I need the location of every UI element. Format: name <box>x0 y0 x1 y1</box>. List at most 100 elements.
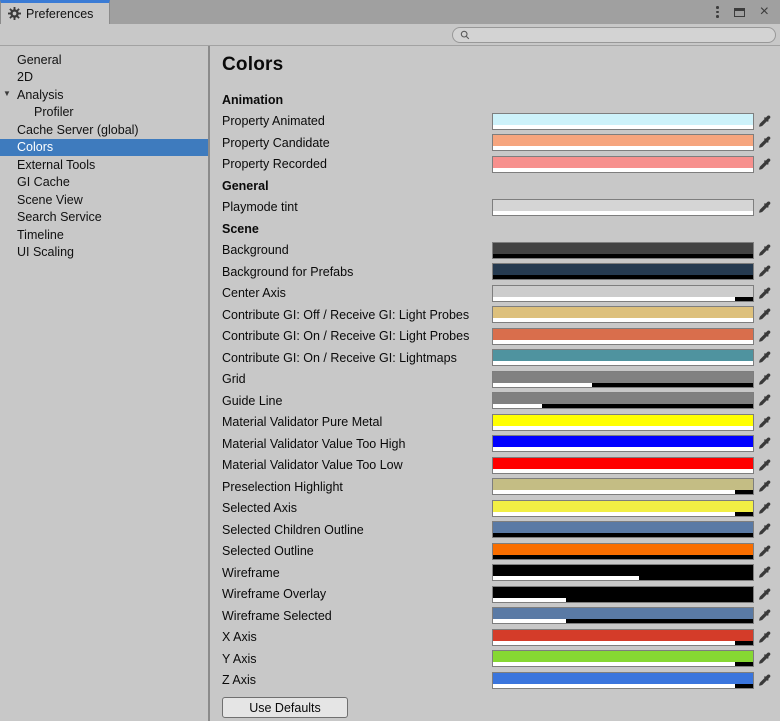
property-animated-color-swatch[interactable] <box>492 113 754 130</box>
search-input[interactable] <box>474 29 768 41</box>
color-row-material-validator-value-too-high: Material Validator Value Too High <box>222 433 780 455</box>
property-recorded-color-swatch[interactable] <box>492 156 754 173</box>
center-axis-color-swatch[interactable] <box>492 285 754 302</box>
search-field[interactable] <box>452 27 776 43</box>
wireframe-selected-color-swatch[interactable] <box>492 607 754 624</box>
eyedropper-icon[interactable] <box>754 631 774 644</box>
eyedropper-icon[interactable] <box>754 480 774 493</box>
x-axis-color-swatch[interactable] <box>492 629 754 646</box>
eyedropper-icon[interactable] <box>754 287 774 300</box>
color-row-property-candidate: Property Candidate <box>222 132 780 154</box>
material-validator-pure-metal-color-swatch[interactable] <box>492 414 754 431</box>
maximize-icon[interactable] <box>734 8 745 17</box>
selected-children-outline-color-swatch[interactable] <box>492 521 754 538</box>
eyedropper-icon[interactable] <box>754 609 774 622</box>
eyedropper-icon[interactable] <box>754 373 774 386</box>
background-color-swatch[interactable] <box>492 242 754 259</box>
sidebar-item-external-tools[interactable]: External Tools <box>0 156 208 174</box>
color-row-label: Wireframe <box>222 566 492 580</box>
eyedropper-icon[interactable] <box>754 351 774 364</box>
sidebar-item-label: Analysis <box>17 88 64 102</box>
eyedropper-icon[interactable] <box>754 265 774 278</box>
swatch-alpha-bar <box>493 447 753 451</box>
search-icon <box>460 30 470 40</box>
use-defaults-button[interactable]: Use Defaults <box>222 697 348 718</box>
wireframe-overlay-color-swatch[interactable] <box>492 586 754 603</box>
background-for-prefabs-color-swatch[interactable] <box>492 263 754 280</box>
contribute-gi-on-receive-gi-light-probes-color-swatch[interactable] <box>492 328 754 345</box>
sidebar-item-2d[interactable]: 2D <box>0 69 208 87</box>
swatch-color-area <box>493 157 753 168</box>
eyedropper-icon[interactable] <box>754 244 774 257</box>
eyedropper-icon[interactable] <box>754 459 774 472</box>
eyedropper-icon[interactable] <box>754 652 774 665</box>
playmode-tint-color-swatch[interactable] <box>492 199 754 216</box>
guide-line-color-swatch[interactable] <box>492 392 754 409</box>
preselection-highlight-color-swatch[interactable] <box>492 478 754 495</box>
color-row-label: Background <box>222 243 492 257</box>
material-validator-value-too-high-color-swatch[interactable] <box>492 435 754 452</box>
y-axis-color-swatch[interactable] <box>492 650 754 667</box>
gear-icon <box>8 7 21 20</box>
wireframe-color-swatch[interactable] <box>492 564 754 581</box>
swatch-color-area <box>493 630 753 641</box>
sidebar-item-ui-scaling[interactable]: UI Scaling <box>0 244 208 262</box>
eyedropper-icon[interactable] <box>754 158 774 171</box>
selected-outline-color-swatch[interactable] <box>492 543 754 560</box>
eyedropper-icon[interactable] <box>754 566 774 579</box>
sidebar-item-cache-server-global[interactable]: Cache Server (global) <box>0 121 208 139</box>
sidebar-item-label: Cache Server (global) <box>17 123 139 137</box>
swatch-color-area <box>493 200 753 211</box>
sidebar-item-profiler[interactable]: Profiler <box>0 104 208 122</box>
color-row-label: Property Candidate <box>222 136 492 150</box>
sidebar-item-scene-view[interactable]: Scene View <box>0 191 208 209</box>
eyedropper-icon[interactable] <box>754 523 774 536</box>
color-row-label: Z Axis <box>222 673 492 687</box>
swatch-alpha-bar <box>493 297 753 301</box>
eyedropper-icon[interactable] <box>754 674 774 687</box>
sidebar-item-general[interactable]: General <box>0 51 208 69</box>
close-icon[interactable]: × <box>760 4 769 20</box>
color-row-background: Background <box>222 240 780 262</box>
section-header-scene: Scene <box>222 218 780 240</box>
contribute-gi-on-receive-gi-lightmaps-color-swatch[interactable] <box>492 349 754 366</box>
sidebar: General 2D ▼ Analysis ProfilerCache Server (… <box>0 46 210 721</box>
swatch-alpha-bar <box>493 275 753 279</box>
selected-axis-color-swatch[interactable] <box>492 500 754 517</box>
kebab-menu-icon[interactable] <box>716 6 719 18</box>
swatch-color-area <box>493 135 753 146</box>
contribute-gi-off-receive-gi-light-probes-color-swatch[interactable] <box>492 306 754 323</box>
eyedropper-icon[interactable] <box>754 502 774 515</box>
sidebar-item-label: General <box>17 53 61 67</box>
z-axis-color-swatch[interactable] <box>492 672 754 689</box>
color-row-selected-outline: Selected Outline <box>222 541 780 563</box>
swatch-color-area <box>493 243 753 254</box>
swatch-color-area <box>493 415 753 426</box>
tab-preferences[interactable]: Preferences <box>0 0 110 24</box>
swatch-alpha-bar <box>493 469 753 473</box>
sidebar-item-timeline[interactable]: Timeline <box>0 226 208 244</box>
eyedropper-icon[interactable] <box>754 115 774 128</box>
material-validator-value-too-low-color-swatch[interactable] <box>492 457 754 474</box>
swatch-alpha-bar <box>493 211 753 215</box>
property-candidate-color-swatch[interactable] <box>492 134 754 151</box>
sidebar-item-search-service[interactable]: Search Service <box>0 209 208 227</box>
eyedropper-icon[interactable] <box>754 308 774 321</box>
sidebar-item-analysis[interactable]: ▼ Analysis <box>0 86 208 104</box>
expander-icon[interactable]: ▼ <box>3 90 11 98</box>
sidebar-item-gi-cache[interactable]: GI Cache <box>0 174 208 192</box>
eyedropper-icon[interactable] <box>754 545 774 558</box>
eyedropper-icon[interactable] <box>754 201 774 214</box>
eyedropper-icon[interactable] <box>754 588 774 601</box>
eyedropper-icon[interactable] <box>754 330 774 343</box>
eyedropper-icon[interactable] <box>754 416 774 429</box>
swatch-color-area <box>493 522 753 533</box>
eyedropper-icon[interactable] <box>754 136 774 149</box>
grid-color-swatch[interactable] <box>492 371 754 388</box>
sidebar-item-label: GI Cache <box>17 175 70 189</box>
color-row-wireframe-overlay: Wireframe Overlay <box>222 584 780 606</box>
eyedropper-icon[interactable] <box>754 394 774 407</box>
sidebar-item-colors[interactable]: Colors <box>0 139 208 157</box>
eyedropper-icon[interactable] <box>754 437 774 450</box>
color-row-material-validator-value-too-low: Material Validator Value Too Low <box>222 455 780 477</box>
